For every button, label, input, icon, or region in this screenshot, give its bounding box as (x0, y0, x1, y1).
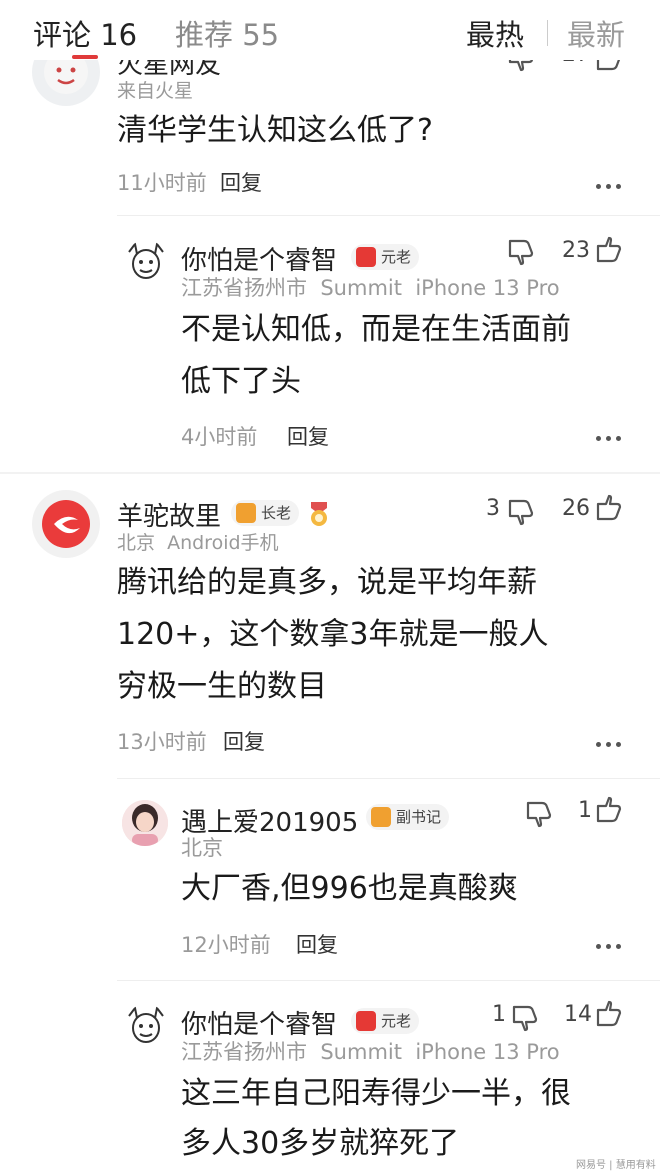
tab-active-indicator (72, 55, 98, 59)
reply-button[interactable]: 回复 (287, 421, 329, 451)
reply-location-device: 江苏省扬州市 Summit iPhone 13 Pro (181, 1040, 560, 1064)
comment-text-line: 穷极一生的数目 (117, 669, 327, 704)
watermark: 网易号 | 慧用有料 (576, 1160, 656, 1171)
reply-text-line: 低下了头 (181, 364, 301, 399)
avatar[interactable] (32, 490, 100, 558)
reply-button[interactable]: 回复 (296, 929, 338, 959)
more-options-icon[interactable] (596, 944, 622, 950)
comment-text-line: 腾讯给的是真多，说是平均年薪 (117, 565, 537, 600)
thumbs-down-icon[interactable] (510, 1004, 540, 1032)
tab-recommend[interactable]: 推荐 55 (175, 12, 279, 54)
like-count: 23 (562, 238, 590, 263)
divider (117, 215, 660, 216)
avatar[interactable] (125, 1004, 167, 1046)
sort-hot-button[interactable]: 最热 (466, 12, 524, 54)
user-photo-icon (122, 800, 168, 846)
comment-location-device: 北京 Android手机 (117, 532, 279, 554)
reply-text-line: 这三年自己阳寿得少一半，很 (181, 1076, 571, 1111)
thumbs-up-icon[interactable] (594, 1000, 624, 1028)
user-badge: 元老 (351, 244, 420, 270)
thumbs-down-icon[interactable] (506, 238, 536, 266)
avatar[interactable] (122, 800, 168, 846)
badge-label: 元老 (381, 1012, 412, 1030)
badge-shield-icon (356, 247, 376, 267)
like-count: 1 (578, 798, 592, 823)
badge-star-icon (371, 807, 391, 827)
reply-location-device: 江苏省扬州市 Summit iPhone 13 Pro (181, 276, 560, 300)
thumbs-down-icon[interactable] (506, 498, 536, 526)
reply-text-line: 不是认知低，而是在生活面前 (181, 312, 571, 347)
badge-shield-icon (356, 1011, 376, 1031)
comment-text-line: 120+，这个数拿3年就是一般人 (117, 617, 549, 652)
dislike-count: 1 (492, 1002, 506, 1027)
dislike-count: 3 (486, 496, 500, 521)
thumbs-up-icon[interactable] (594, 236, 624, 264)
medal-icon (311, 502, 327, 526)
badge-label: 长老 (261, 504, 292, 522)
thumbs-up-icon[interactable] (594, 494, 624, 522)
like-count: 26 (562, 496, 590, 521)
more-options-icon[interactable] (596, 436, 622, 442)
comment-tabs-bar: 评论 16 推荐 55 最热 最新 (0, 0, 660, 60)
reply-text: 大厂香,但996也是真酸爽 (181, 871, 518, 906)
red-logo-icon (42, 500, 90, 548)
badge-label: 元老 (381, 248, 412, 266)
divider (117, 778, 660, 779)
thumbs-up-icon[interactable] (594, 796, 624, 824)
sort-new-button[interactable]: 最新 (567, 12, 625, 54)
sort-divider (547, 20, 548, 46)
more-options-icon[interactable] (596, 742, 622, 748)
comment-time: 11小时前 (117, 171, 207, 195)
avatar[interactable] (125, 240, 167, 282)
tab-comments[interactable]: 评论 16 (33, 12, 137, 54)
reply-location: 北京 (181, 836, 223, 860)
comment-time: 13小时前 (117, 730, 207, 754)
divider (117, 980, 660, 981)
like-count: 14 (564, 1002, 592, 1027)
divider (0, 472, 660, 474)
cartoon-face-icon (128, 241, 164, 279)
user-badge: 元老 (351, 1008, 420, 1034)
user-badge: 副书记 (366, 804, 450, 830)
more-options-icon[interactable] (596, 184, 622, 190)
comment-text: 清华学生认知这么低了? (117, 113, 433, 148)
badge-label: 副书记 (396, 808, 442, 826)
user-badge: 长老 (231, 500, 300, 526)
cartoon-face-icon (128, 1005, 164, 1043)
reply-button[interactable]: 回复 (220, 167, 262, 197)
reply-button[interactable]: 回复 (223, 726, 265, 756)
comment-source: 来自火星 (117, 80, 194, 102)
thumbs-down-icon[interactable] (524, 800, 554, 828)
reply-time: 12小时前 (181, 933, 271, 957)
reply-text-line: 多人30多岁就猝死了 (181, 1126, 460, 1161)
badge-star-icon (236, 503, 256, 523)
reply-time: 4小时前 (181, 425, 258, 449)
